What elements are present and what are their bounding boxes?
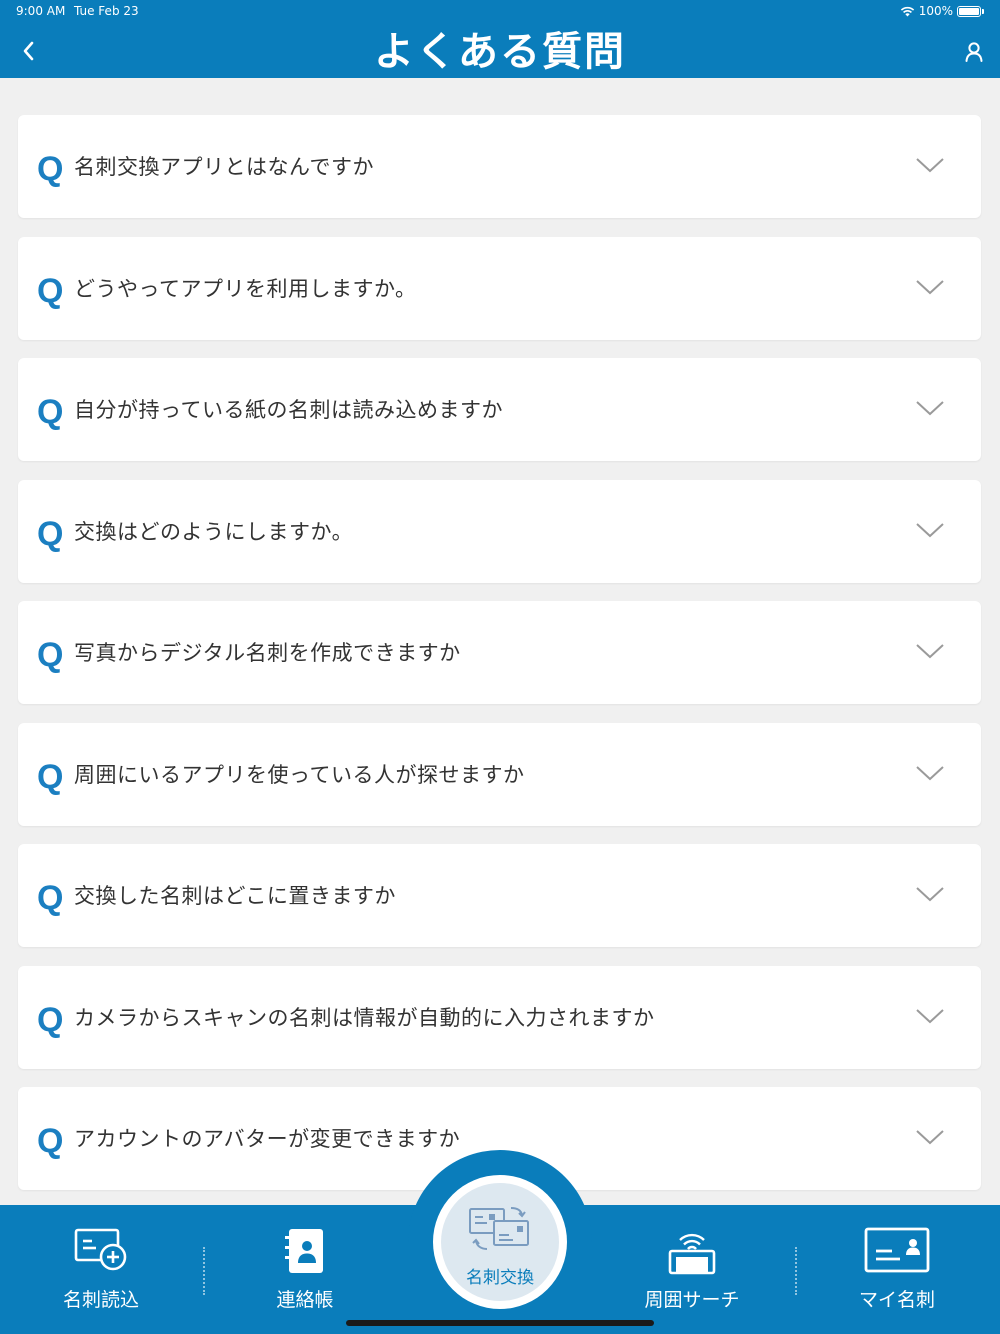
- tab-card-scan[interactable]: 名刺読込: [16, 1205, 186, 1334]
- faq-question-text: カメラからスキャンの名刺は情報が自動的に入力されますか: [74, 1005, 655, 1030]
- status-bar: 9:00 AM Tue Feb 23 100%: [16, 4, 984, 20]
- chevron-down-icon: [916, 158, 944, 173]
- faq-q-mark: Q: [37, 150, 64, 188]
- faq-item[interactable]: Q 写真からデジタル名刺を作成できますか: [18, 601, 981, 704]
- chevron-down-icon: [916, 1130, 944, 1145]
- status-indicators: 100%: [900, 4, 984, 18]
- faq-question-text: 交換はどのようにしますか。: [74, 519, 354, 544]
- tab-label-card-exchange: 名刺交換: [466, 1268, 534, 1288]
- card-add-icon: [74, 1228, 127, 1271]
- tab-my-card[interactable]: マイ名刺: [812, 1205, 982, 1334]
- tab-card-exchange-inner: 名刺交換: [441, 1183, 559, 1301]
- chevron-down-icon: [916, 1008, 944, 1023]
- home-indicator: [346, 1320, 654, 1326]
- page-title: よくある質問: [374, 29, 626, 75]
- faq-q-mark: Q: [37, 636, 64, 674]
- tab-card-exchange[interactable]: 名刺交換: [433, 1175, 567, 1309]
- tab-divider: [795, 1247, 797, 1295]
- faq-question-text: 写真からデジタル名刺を作成できますか: [74, 641, 461, 665]
- status-date: Tue Feb 23: [74, 4, 139, 18]
- tab-label-my-card: マイ名刺: [858, 1289, 935, 1311]
- tab-label-contacts: 連絡帳: [276, 1289, 334, 1311]
- nearby-search-icon: [668, 1233, 716, 1275]
- faq-item[interactable]: Q 名刺交換アプリとはなんですか: [18, 115, 981, 218]
- faq-question-text: アカウントのアバターが変更できますか: [74, 1127, 461, 1151]
- chevron-down-icon: [916, 279, 944, 294]
- faq-list: Q 名刺交換アプリとはなんですか Q どうやってアプリを利用しますか。 Q 自分が持ってい…: [18, 115, 981, 1209]
- faq-q-mark: Q: [37, 393, 64, 431]
- faq-item[interactable]: Q 交換した名刺はどこに置きますか: [18, 844, 981, 947]
- faq-item[interactable]: Q どうやってアプリを利用しますか。: [18, 236, 981, 340]
- navigation-bar: 9:00 AM Tue Feb 23 100% よくある質問: [0, 0, 1000, 78]
- chevron-down-icon: [916, 887, 944, 902]
- status-time: 9:00 AM: [16, 4, 66, 18]
- wifi-icon: [900, 6, 914, 16]
- faq-item[interactable]: Q 交換はどのようにしますか。: [18, 479, 981, 583]
- user-button[interactable]: [960, 38, 988, 66]
- faq-q-mark: Q: [37, 879, 64, 917]
- faq-q-mark: Q: [37, 1122, 64, 1160]
- faq-q-mark: Q: [37, 757, 64, 796]
- faq-q-mark: Q: [37, 1000, 64, 1039]
- tab-nearby-search[interactable]: 周囲サーチ: [607, 1205, 777, 1334]
- faq-question-text: 周囲にいるアプリを使っている人が探せますか: [74, 762, 525, 787]
- battery-icon: [957, 5, 981, 17]
- tab-contacts[interactable]: 連絡帳: [220, 1205, 390, 1334]
- tab-label-nearby-search: 周囲サーチ: [644, 1289, 740, 1311]
- faq-question-text: 交換した名刺はどこに置きますか: [74, 884, 396, 908]
- chevron-down-icon: [916, 522, 944, 537]
- card-exchange-icon: [469, 1207, 529, 1250]
- faq-screen: 9:00 AM Tue Feb 23 100% よくある質問 Q 名刺交換アプリ…: [0, 0, 1000, 1334]
- faq-question-text: 自分が持っている紙の名刺は読み込めますか: [74, 398, 503, 422]
- contacts-book-icon: [285, 1229, 323, 1273]
- tab-label-card-scan: 名刺読込: [62, 1289, 139, 1311]
- faq-item[interactable]: Q 周囲にいるアプリを使っている人が探せますか: [18, 722, 981, 826]
- my-card-icon: [864, 1227, 930, 1273]
- faq-item[interactable]: Q 自分が持っている紙の名刺は読み込めますか: [18, 358, 981, 461]
- faq-q-mark: Q: [37, 514, 64, 553]
- faq-q-mark: Q: [37, 271, 64, 310]
- user-icon: [965, 42, 983, 62]
- faq-question-text: 名刺交換アプリとはなんですか: [74, 155, 374, 179]
- chevron-down-icon: [916, 765, 944, 780]
- chevron-down-icon: [916, 644, 944, 659]
- battery-percent: 100%: [918, 4, 953, 18]
- tab-divider: [203, 1247, 205, 1295]
- faq-question-text: どうやってアプリを利用しますか。: [74, 276, 417, 301]
- faq-item[interactable]: Q カメラからスキャンの名刺は情報が自動的に入力されますか: [18, 965, 981, 1069]
- chevron-down-icon: [916, 401, 944, 416]
